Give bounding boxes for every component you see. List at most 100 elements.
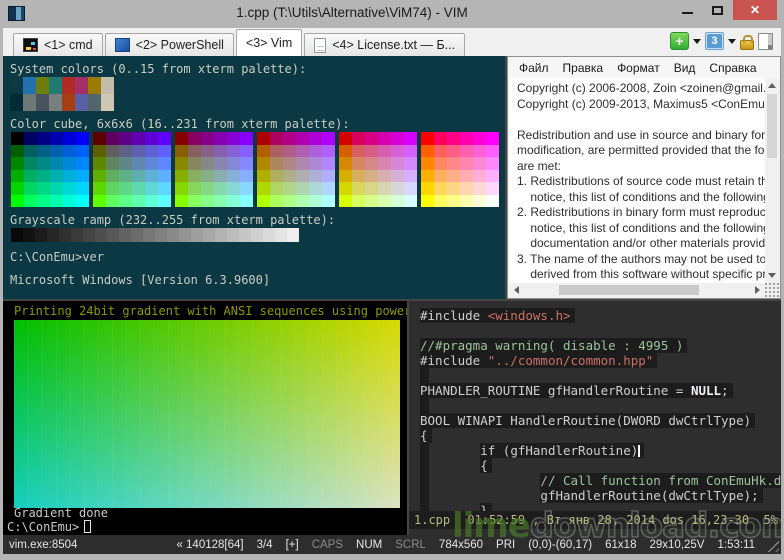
scroll-up-icon[interactable] [765,78,779,92]
ramp-cell [203,228,215,242]
vim-pane[interactable]: #include <windows.h>//#pragma warning( d… [409,301,781,535]
cube-cell [158,170,171,183]
cmd-icon [23,38,38,52]
ramp-cell [179,228,191,242]
tab-label: <4> License.txt — Б... [332,38,455,52]
ramp-cell [131,228,143,242]
minimize-button[interactable] [674,0,701,20]
panes-view-icon[interactable] [758,33,773,50]
cube-cell [257,132,270,145]
code-segment: NULL [691,383,721,398]
vim-line: #include "../common/common.hpp" [420,353,781,368]
cube-cell [296,170,309,183]
active-console-button[interactable]: 3 [705,32,724,50]
resize-grip-icon[interactable] [765,538,779,552]
ramp-cell [227,228,239,242]
cube-cell [240,132,253,145]
tab--1-cmd[interactable]: <1> cmd [13,33,103,56]
powershell-prompt: C:\ConEmu> [7,520,91,535]
cube-cell [322,195,335,208]
notepad-horizontal-scrollbar[interactable] [509,283,765,297]
status-segment: [+] [286,539,299,551]
vim-line-text: { [420,428,432,443]
horizontal-scroll-thumb[interactable] [559,285,699,295]
cube-cell [421,157,434,170]
tab--3-vim[interactable]: <3> Vim [236,29,302,56]
vertical-scroll-thumb[interactable] [767,94,777,158]
cube-cell [145,145,158,158]
new-console-dropdown-icon[interactable] [693,39,701,48]
cube-cell [188,195,201,208]
cube-cell [404,132,417,145]
code-segment: { [420,428,428,443]
cube-cell [447,182,460,195]
cube-cell [132,170,145,183]
ramp-cell [47,228,59,242]
notepad-line: Copyright (c) 2006-2008, Zoin <zoinen@gm… [517,81,765,97]
ansi-24bit-gradient [14,320,400,508]
menu-item-справка[interactable]: Справка [702,61,763,75]
console-list-dropdown-icon[interactable] [728,39,736,48]
scroll-down-icon[interactable] [765,269,779,283]
maximize-button[interactable] [704,0,731,20]
ramp-cell [119,228,131,242]
ramp-cell [275,228,287,242]
cube-cell [132,157,145,170]
tab--2-powershell[interactable]: <2> PowerShell [105,33,234,56]
vim-line-text: // Call function from ConEmuHk.dll [540,473,781,488]
color-cube-block [93,132,171,207]
cube-cell [365,182,378,195]
cube-cell [158,182,171,195]
gradient-done-line: Gradient done [14,506,108,521]
cube-cell [11,132,24,145]
menu-item-правка[interactable]: Правка [556,61,611,75]
menu-item-вид[interactable]: Вид [667,61,703,75]
title-bar[interactable]: 1.cpp (T:\Utils\Alternative\ViM74) - VIM… [0,0,784,28]
notepad-pane[interactable]: ФайлПравкаФорматВидСправка Copyright (c)… [507,56,781,299]
lock-icon[interactable] [740,40,754,50]
notepad-resize-grip[interactable] [765,283,779,297]
notepad-line: notice, this list of conditions and the … [517,221,765,237]
down-arrow-icon [768,273,776,282]
new-console-button[interactable]: + [670,32,689,50]
vim-cursor [638,445,640,457]
cube-cell [227,195,240,208]
cmd-terminal-pane[interactable]: System colors (0..15 from xterm palette)… [3,56,505,299]
scroll-right-icon[interactable] [751,283,765,297]
status-segment: « 140128[64] [176,539,243,551]
cube-cell [283,157,296,170]
cube-cell [24,157,37,170]
vim-line: gfHandlerRoutine(dwCtrlType); [420,488,781,503]
close-button[interactable]: ✕ [733,0,777,20]
cube-cell [257,195,270,208]
cube-cell [460,182,473,195]
cube-cell [145,157,158,170]
menu-item-формат[interactable]: Формат [610,61,667,75]
ramp-cell [83,228,95,242]
tab--4-license-txt-[interactable]: <4> License.txt — Б... [304,33,465,56]
tab-list: <1> cmd<2> PowerShell<3> Vim <4> License.… [13,29,467,56]
cube-cell [486,170,499,183]
powershell-pane[interactable]: Printing 24bit gradient with ANSI sequen… [3,301,407,535]
color-swatch [62,94,75,111]
color-swatch [88,77,101,94]
cube-cell [227,170,240,183]
cube-cell [175,157,188,170]
cmd-prompt-ver: C:\ConEmu>ver [10,250,505,265]
color-swatch [10,77,23,94]
scroll-left-icon[interactable] [509,283,523,297]
notepad-vertical-scrollbar[interactable] [765,78,779,283]
cube-cell [270,182,283,195]
cube-cell [296,145,309,158]
cube-cell [24,182,37,195]
cube-cell [257,182,270,195]
cube-cell [296,182,309,195]
notepad-text-area[interactable]: Copyright (c) 2006-2008, Zoin <zoinen@gm… [509,78,765,283]
cube-cell [93,195,106,208]
cube-cell [201,195,214,208]
menu-item-файл[interactable]: Файл [512,61,556,75]
cube-cell [63,170,76,183]
cube-cell [37,145,50,158]
ramp-cell [167,228,179,242]
status-segment: 1:53:11 [717,539,755,551]
